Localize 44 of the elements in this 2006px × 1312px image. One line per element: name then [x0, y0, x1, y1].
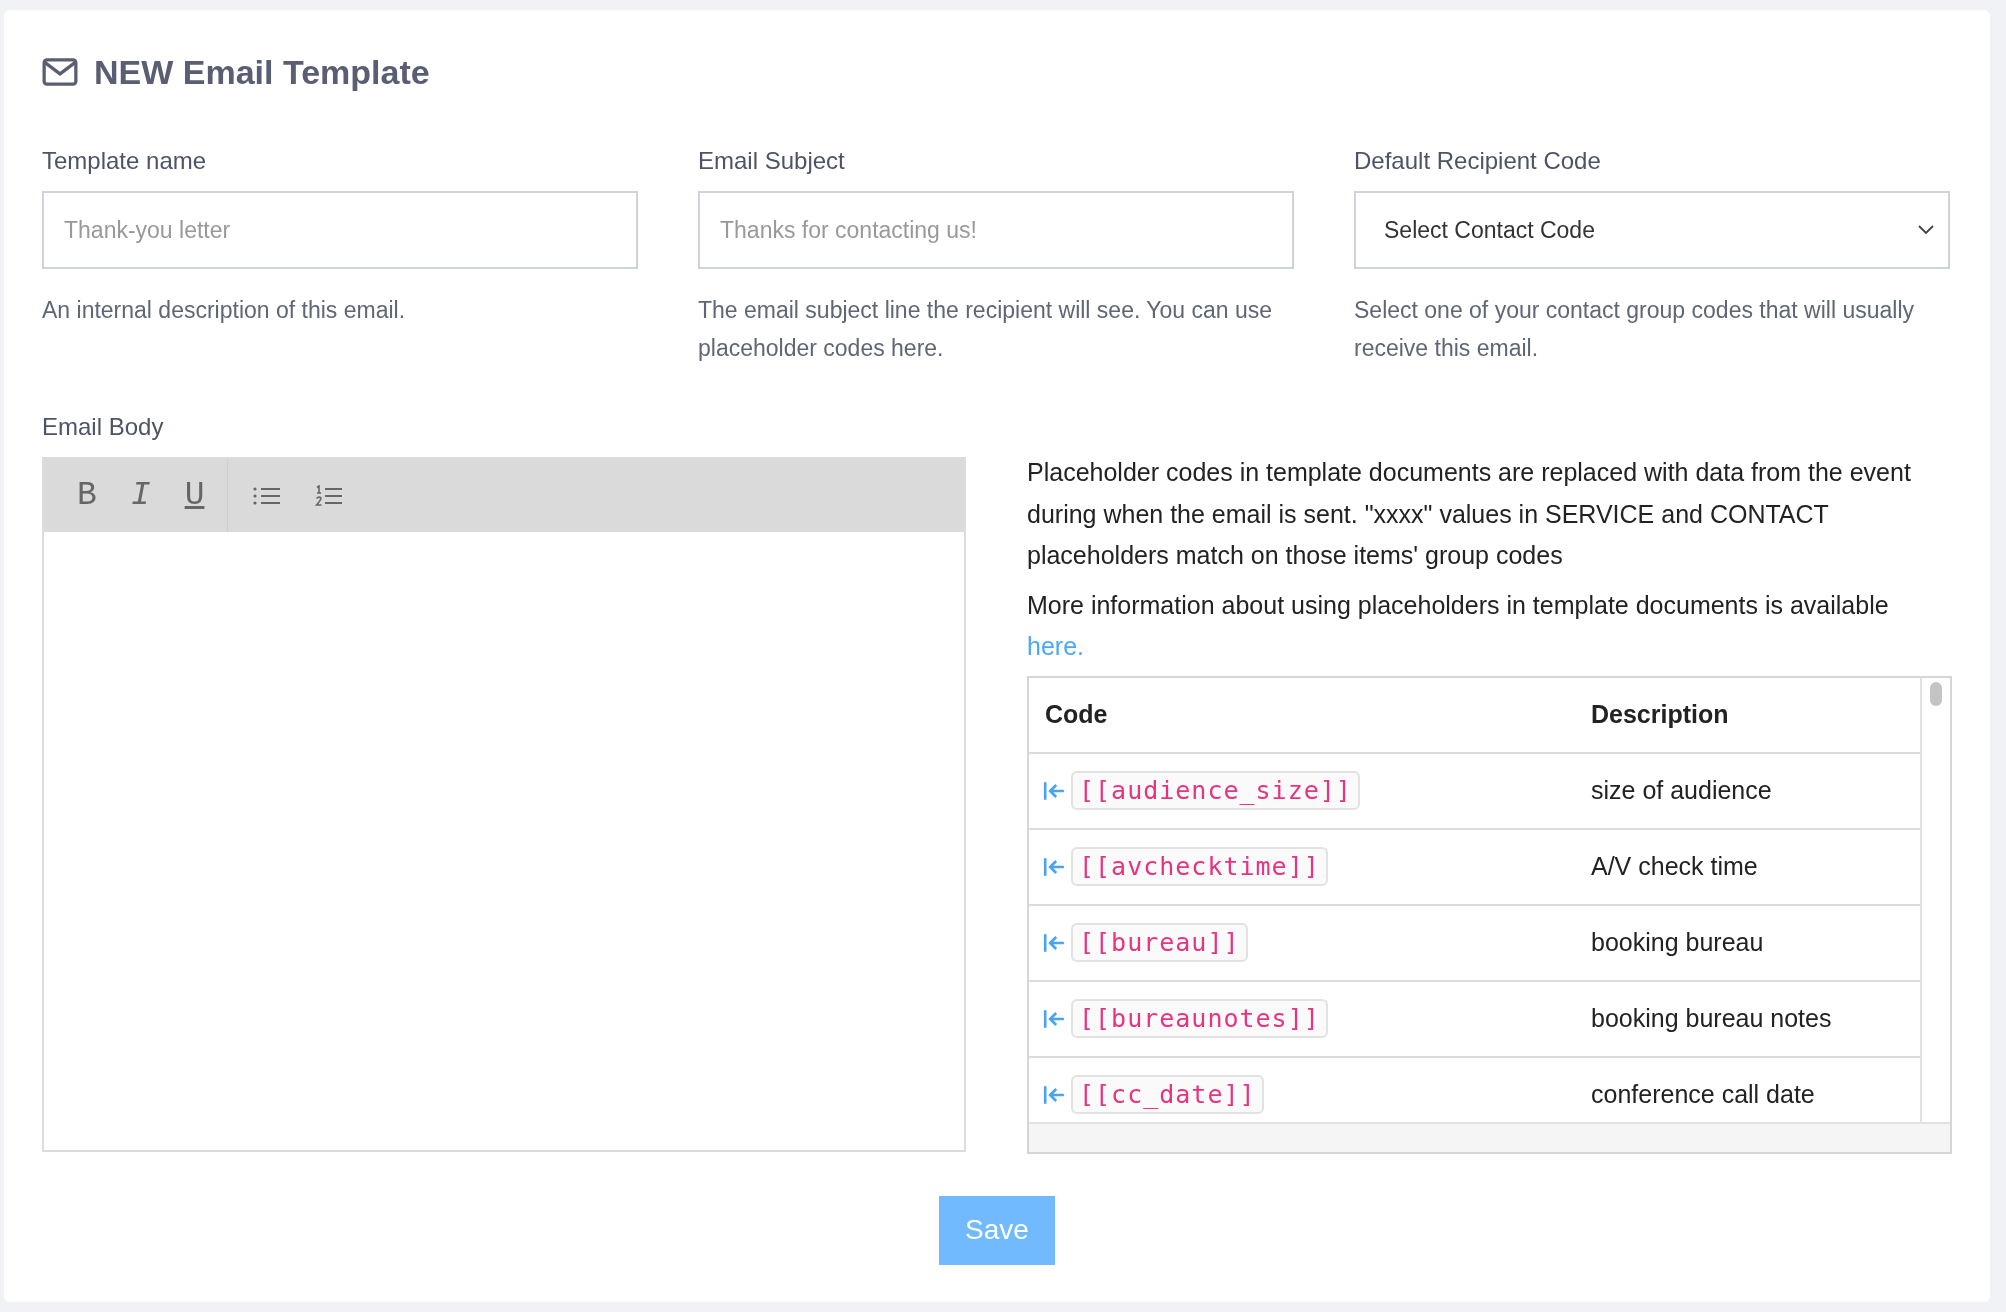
dropdown[interactable]: Select Contact Code [1354, 191, 1950, 269]
placeholder-code: [[avchecktime]] [1071, 847, 1328, 886]
insert-button[interactable] [1043, 1084, 1065, 1105]
arrow-left-to-bar-icon [1043, 780, 1065, 801]
save-button[interactable]: Save [939, 1195, 1055, 1265]
insert-button[interactable] [1043, 1008, 1065, 1029]
help-text: Select one of your contact group codes that will usually receive this email. [1354, 296, 1915, 363]
insert-button[interactable] [1043, 780, 1065, 801]
input-field[interactable]: Thank-you letter [42, 191, 638, 269]
table-cell: size of audience [1575, 752, 1920, 829]
scrollbar-thumb[interactable] [1930, 681, 1942, 706]
help-link[interactable]: here. [1027, 632, 1084, 660]
field-label: Email Body [42, 412, 165, 442]
help-text: The email subject line the recipient will see. You can use placeholder codes here. [698, 296, 1274, 363]
field-label: Template name [42, 146, 208, 176]
placeholder-code: [[cc_date]] [1071, 1075, 1264, 1114]
page-title: NEW Email Template [94, 52, 430, 92]
placeholder-code: [[audience_size]] [1071, 771, 1360, 810]
column-header: Description [1575, 677, 1920, 753]
arrow-left-to-bar-icon [1043, 856, 1065, 877]
info-paragraph: Placeholder codes in template documents are replaced with data from the event during when the email is sent. "xxxx" values in SERVICE and CONTACT placeholders match on those items' group codes [1027, 457, 1912, 571]
underline-button[interactable]: U [167, 475, 222, 516]
insert-button[interactable] [1043, 856, 1065, 877]
chevron-down-icon [1918, 225, 1934, 235]
table-cell: booking bureau notes [1575, 980, 1920, 1057]
input-field[interactable]: Thanks for contacting us! [698, 191, 1294, 269]
insert-button[interactable] [1043, 932, 1065, 953]
envelope-icon [42, 58, 78, 86]
numbered-list-icon [315, 484, 344, 507]
info-paragraph: More information about using placeholders in template documents is available here. [1027, 589, 1890, 662]
rich-text-editor[interactable]: B I U [42, 457, 966, 1152]
table-cell: booking bureau [1575, 904, 1920, 981]
help-text: An internal description of this email. [42, 296, 407, 325]
field-label: Default Recipient Code [1354, 146, 1602, 176]
arrow-left-to-bar-icon [1043, 1084, 1065, 1105]
arrow-left-to-bar-icon [1043, 1008, 1065, 1029]
arrow-left-to-bar-icon [1043, 932, 1065, 953]
placeholder-code: [[bureaunotes]] [1071, 999, 1328, 1038]
bold-button[interactable]: B [60, 475, 114, 516]
column-header: Code [1029, 677, 1575, 753]
field-label: Email Subject [698, 146, 846, 176]
placeholder-code: [[bureau]] [1071, 923, 1248, 962]
italic-button[interactable]: I [113, 475, 168, 516]
table-cell: A/V check time [1575, 828, 1920, 905]
